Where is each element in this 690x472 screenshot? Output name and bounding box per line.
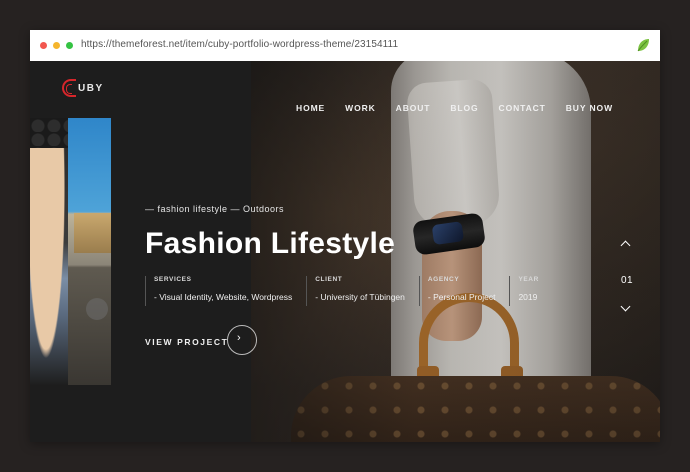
project-caption: — fashion lifestyle — Outdoors: [145, 204, 285, 214]
child-photo: [30, 148, 68, 385]
previous-slide-thumbnail[interactable]: [30, 118, 111, 385]
logo-mark: [62, 79, 76, 97]
meta-label: YEAR: [518, 276, 539, 283]
minimize-window-dot[interactable]: [53, 42, 60, 49]
cursor-circle: [86, 298, 108, 320]
view-project-link[interactable]: VIEW PROJECT: [145, 337, 228, 347]
nav-buy-now[interactable]: BUY NOW: [566, 103, 613, 113]
meta-value: - Visual Identity, Website, Wordpress: [154, 292, 293, 302]
view-project-button[interactable]: ›: [227, 325, 257, 355]
building-photo: [74, 213, 111, 253]
meta-value: - University of Tübingen: [315, 292, 405, 302]
slide-counter: 01: [621, 275, 634, 286]
project-meta: SERVICES - Visual Identity, Website, Wor…: [145, 276, 553, 306]
meta-value: 2019: [518, 292, 538, 302]
address-bar[interactable]: https://themeforest.net/item/cuby-portfo…: [30, 30, 660, 62]
arrow-right-icon: ›: [237, 332, 241, 344]
chevron-down-icon: [620, 301, 631, 312]
browser-window: https://themeforest.net/item/cuby-portfo…: [30, 30, 660, 442]
project-title: Fashion Lifestyle: [145, 227, 396, 260]
url-text[interactable]: https://themeforest.net/item/cuby-portfo…: [81, 39, 398, 50]
meta-value: - Personal Project: [427, 292, 496, 302]
meta-label: CLIENT: [315, 276, 343, 283]
logo-text: UBY: [78, 82, 104, 94]
slide-prev-button[interactable]: [620, 240, 631, 251]
leaf-icon[interactable]: [635, 37, 651, 53]
meta-label: AGENCY: [427, 276, 460, 283]
chevron-up-icon: [620, 240, 631, 251]
nav-blog[interactable]: BLOG: [450, 103, 478, 113]
nav-about[interactable]: ABOUT: [396, 103, 431, 113]
meta-year: YEAR 2019: [509, 276, 538, 306]
nav-contact[interactable]: CONTACT: [499, 103, 546, 113]
site-logo[interactable]: UBY: [62, 78, 104, 98]
maximize-window-dot[interactable]: [66, 42, 73, 49]
close-window-dot[interactable]: [40, 42, 47, 49]
main-nav: HOME WORK ABOUT BLOG CONTACT BUY NOW: [276, 103, 613, 113]
meta-services: SERVICES - Visual Identity, Website, Wor…: [145, 276, 292, 306]
website-viewport: UBY HOME WORK ABOUT BLOG CONTACT BUY NOW…: [30, 61, 660, 442]
nav-home[interactable]: HOME: [296, 103, 325, 113]
meta-label: SERVICES: [154, 276, 192, 283]
nav-work[interactable]: WORK: [345, 103, 376, 113]
slide-next-button[interactable]: [620, 301, 631, 312]
meta-agency: AGENCY - Personal Project: [418, 276, 496, 306]
meta-client: CLIENT - University of Tübingen: [306, 276, 405, 306]
